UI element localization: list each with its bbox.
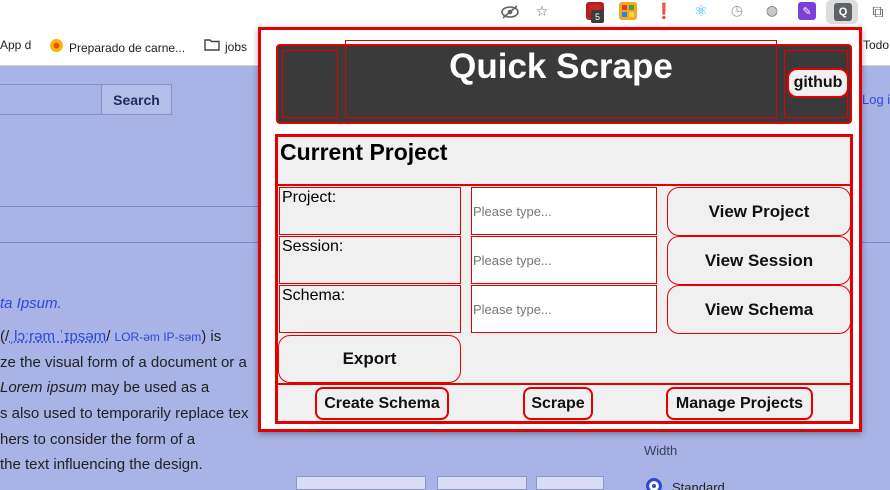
bookmark-label: jobs (225, 39, 248, 54)
wiki-paragraph-line: the text influencing the design. (0, 456, 203, 473)
session-label: Session: (279, 236, 461, 284)
thumbnail-image (536, 476, 604, 490)
standard-radio[interactable] (646, 478, 662, 490)
width-label: Width (644, 443, 678, 458)
standard-label: Standard (672, 480, 725, 490)
schema-input[interactable] (471, 285, 657, 333)
star-icon[interactable]: ☆ (532, 2, 552, 22)
project-label: Project: (279, 187, 461, 235)
wiki-paragraph-line: hers to consider the form of a (0, 431, 196, 448)
project-input[interactable] (471, 187, 657, 235)
divider (860, 242, 890, 243)
app-title: Quick Scrape (449, 47, 673, 86)
section-title: Current Project (280, 139, 448, 165)
eye-off-icon[interactable] (500, 2, 520, 22)
bookmark-jobs[interactable]: jobs (204, 38, 247, 55)
scrape-button[interactable]: Scrape (523, 387, 593, 420)
bookmark-label: Preparado de carne... (69, 40, 186, 55)
clock-extension-icon[interactable]: ◷ (728, 2, 746, 20)
food-icon (49, 38, 64, 57)
bookmark-todo[interactable]: Todo (863, 38, 889, 52)
wiki-search-button[interactable]: Search (101, 84, 172, 115)
bookmark-label: App d (0, 38, 32, 52)
create-schema-button[interactable]: Create Schema (315, 387, 449, 420)
bookmark-preparado[interactable]: Preparado de carne... (49, 38, 185, 57)
login-link[interactable]: Log in (862, 92, 890, 107)
wiki-paragraph-line: s also used to temporarily replace tex (0, 405, 249, 422)
respelling-link[interactable]: LOR-əm IP-səm (115, 330, 202, 344)
extension-badge: 5 (591, 10, 604, 23)
manage-projects-button[interactable]: Manage Projects (666, 387, 813, 420)
wiki-paragraph-line: Lorem ipsum may be used as a (0, 379, 210, 396)
divider (0, 242, 260, 243)
session-input[interactable] (471, 236, 657, 284)
schema-label: Schema: (279, 285, 461, 333)
puzzle-icon[interactable]: ⧉ (868, 2, 888, 22)
purple-extension-icon[interactable]: ✎ (798, 2, 816, 20)
folder-icon (204, 38, 220, 55)
github-button[interactable]: github (787, 68, 849, 98)
thumbnail-image (437, 476, 527, 490)
popup-header: Quick Scrape github (276, 40, 852, 124)
wiki-subtitle: ta Ipsum. (0, 295, 62, 312)
wiki-paragraph-line: ze the visual form of a document or a (0, 354, 247, 371)
bookmark-label: Todo (863, 38, 890, 52)
thumbnail-image (296, 476, 426, 490)
browser-toolbar: ☆ 5 ❗ ⚛ ◷ ◍ ✎ Q ⧉ (0, 0, 890, 26)
header-title-box: Quick Scrape (345, 40, 777, 118)
quick-scrape-extension-icon[interactable]: Q (834, 3, 852, 21)
wiki-paragraph-line: (/ˌlɔːrəm ˈɪpsəm/ LOR-əm IP-səm) is (0, 328, 222, 345)
header-left-box (282, 50, 338, 118)
red-flag-extension-icon[interactable]: ❗ (655, 2, 674, 20)
divider (278, 184, 850, 186)
divider (0, 206, 260, 207)
bookmark-app[interactable]: App d (0, 38, 31, 52)
view-session-button[interactable]: View Session (667, 236, 851, 285)
divider (278, 383, 850, 385)
current-project-section: Current Project Project: View Project Se… (275, 134, 853, 424)
react-devtools-icon[interactable]: ⚛ (692, 2, 710, 20)
globe-extension-icon[interactable]: ◍ (763, 2, 781, 20)
view-project-button[interactable]: View Project (667, 187, 851, 236)
quick-scrape-popup: Quick Scrape github Current Project Proj… (258, 27, 862, 432)
wiki-search-input[interactable] (0, 84, 102, 115)
pronunciation-link[interactable]: ˌlɔːrəm ˈɪpsəm (9, 328, 106, 345)
view-schema-button[interactable]: View Schema (667, 285, 851, 334)
rss-extension-icon[interactable] (619, 2, 637, 20)
export-button[interactable]: Export (278, 335, 461, 383)
